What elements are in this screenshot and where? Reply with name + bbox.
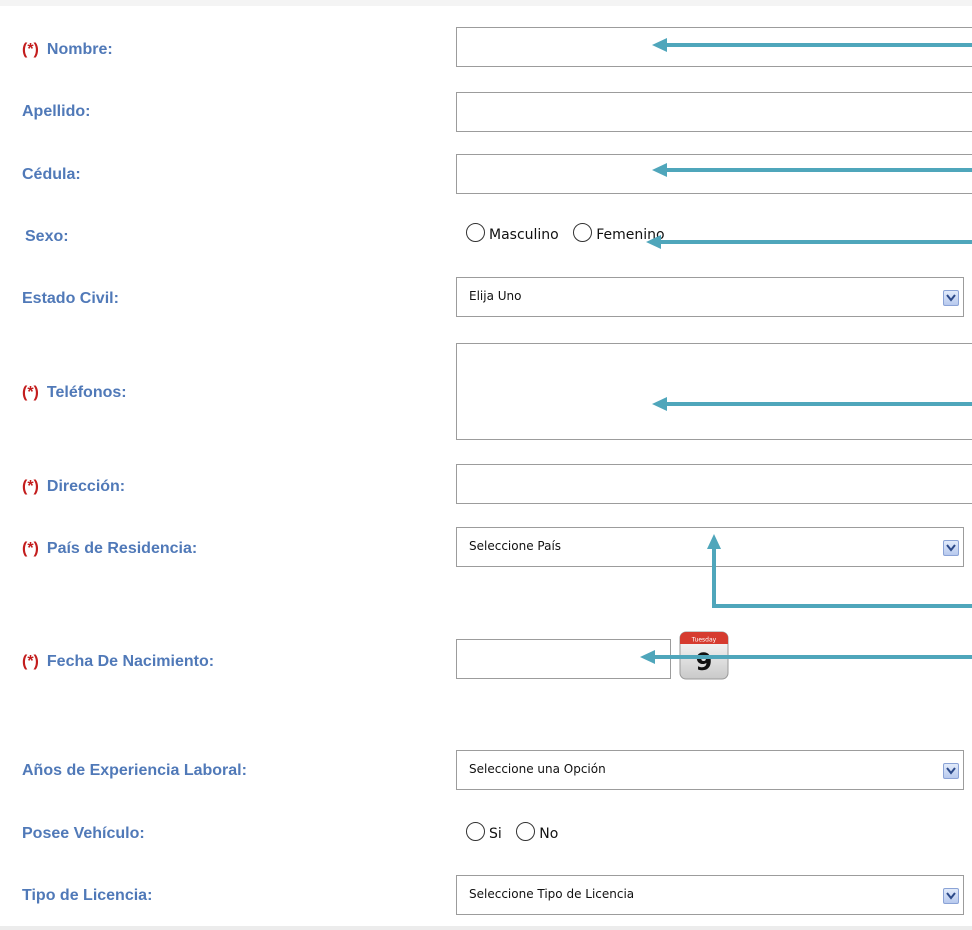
annotation-arrows xyxy=(640,38,972,664)
arrow-up-icon xyxy=(712,546,972,608)
registration-form: (*) Nombre: Apellido: Cédula: Sexo: Mascu… xyxy=(0,0,972,930)
